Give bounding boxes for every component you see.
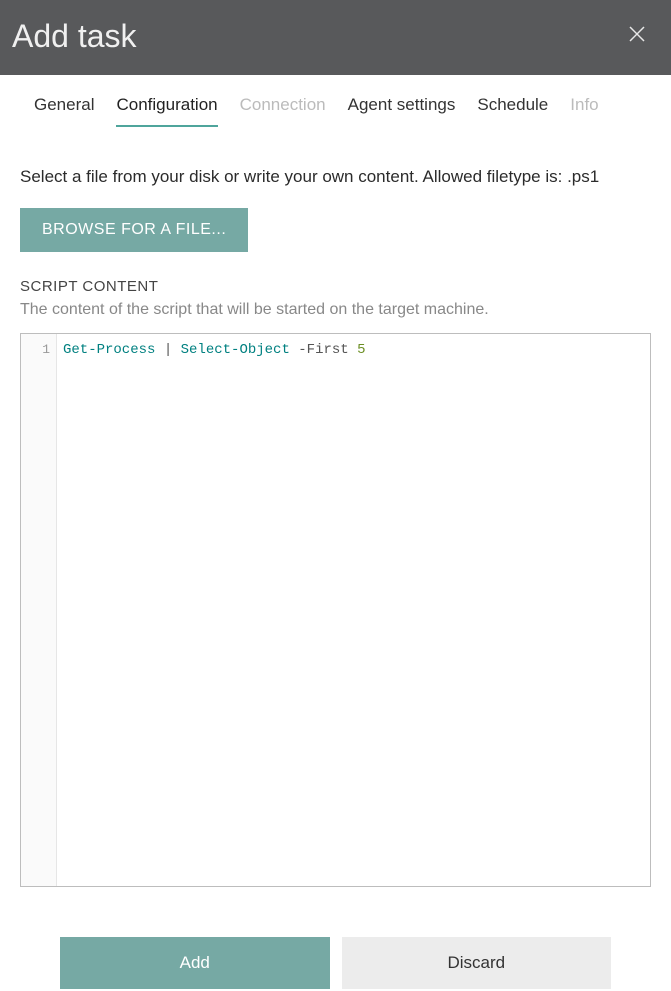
- browse-file-button[interactable]: BROWSE FOR A FILE...: [20, 208, 248, 252]
- code-token-cmdlet: Get-Process: [63, 342, 155, 358]
- tab-schedule[interactable]: Schedule: [477, 95, 548, 127]
- code-token-cmdlet: Select-Object: [181, 342, 290, 358]
- file-description: Select a file from your disk or write yo…: [20, 165, 651, 190]
- tab-bar: General Configuration Connection Agent s…: [0, 75, 671, 127]
- script-editor[interactable]: 1 Get-Process | Select-Object -First 5: [20, 333, 651, 887]
- close-icon: [629, 26, 645, 42]
- dialog-header: Add task: [0, 0, 671, 75]
- code-body[interactable]: Get-Process | Select-Object -First 5: [57, 334, 650, 886]
- tab-configuration[interactable]: Configuration: [116, 95, 217, 127]
- dialog-title: Add task: [12, 18, 137, 55]
- add-button[interactable]: Add: [60, 937, 330, 989]
- tab-general[interactable]: General: [34, 95, 94, 127]
- close-button[interactable]: [623, 20, 651, 53]
- code-token-pipe: |: [155, 342, 180, 358]
- code-token-number: 5: [357, 342, 365, 358]
- script-content-label: SCRIPT CONTENT: [20, 278, 651, 295]
- tab-info: Info: [570, 95, 598, 127]
- code-token-param: -First: [290, 342, 357, 358]
- content-panel: Select a file from your disk or write yo…: [0, 127, 671, 897]
- tab-agent-settings[interactable]: Agent settings: [348, 95, 456, 127]
- script-content-description: The content of the script that will be s…: [20, 301, 651, 319]
- line-number: 1: [21, 342, 50, 357]
- line-gutter: 1: [21, 334, 57, 886]
- footer-actions: Add Discard: [0, 897, 671, 989]
- discard-button[interactable]: Discard: [342, 937, 612, 989]
- tab-connection: Connection: [240, 95, 326, 127]
